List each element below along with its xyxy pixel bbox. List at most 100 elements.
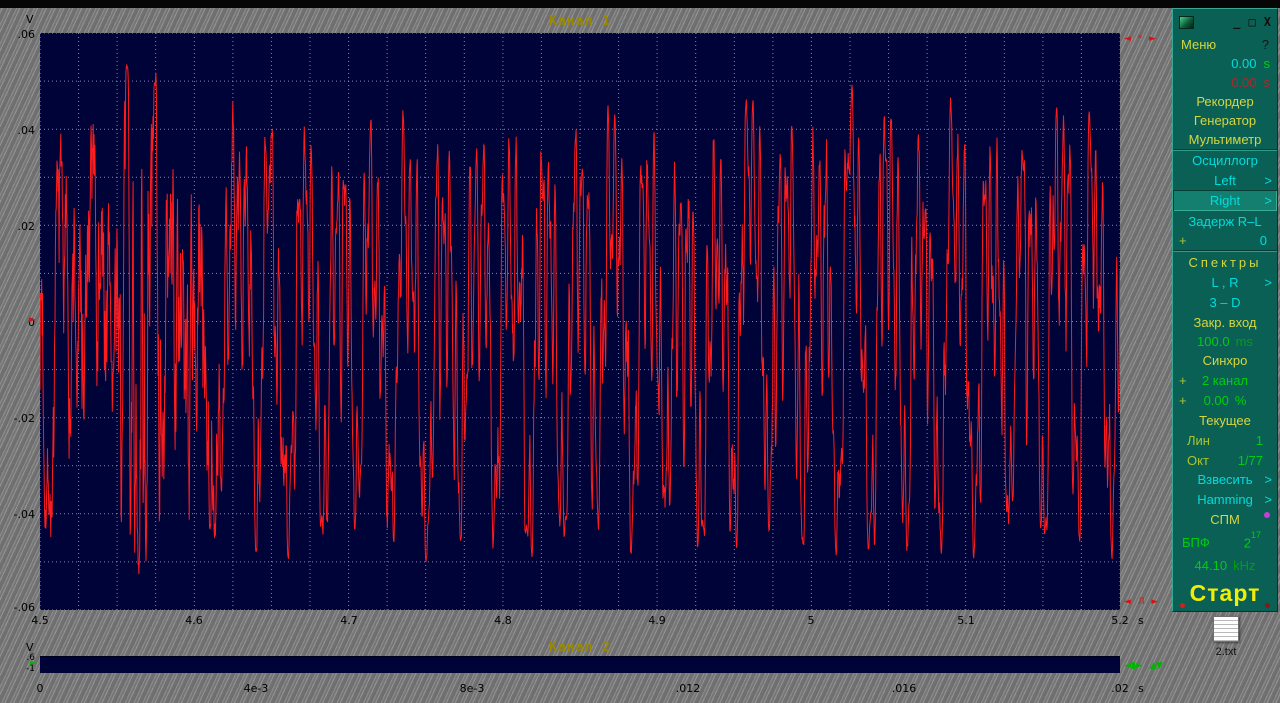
channel2-plot[interactable] [40,656,1120,673]
file-icon[interactable] [1213,616,1239,642]
ch2-x-tick: 8e-3 [459,682,485,695]
sample-rate-unit: kHz [1233,557,1256,573]
channel2-title: Канал 2 [549,640,611,655]
scroll-marker-bottom-right[interactable]: ◄ Л ► [1124,597,1160,607]
right-channel-button[interactable]: Right > [1173,190,1277,211]
weighting-label: Взвесить [1197,472,1253,487]
time-right-unit: s [1263,75,1271,90]
ch2-scroll-controls[interactable]: ◄▮► [1124,661,1143,671]
spectra-header: Спектры [1188,254,1262,270]
lin-row[interactable]: Лин 1 [1173,430,1277,450]
app-icon [1179,15,1194,29]
scroll-marker-top-right[interactable]: ◄ * ► [1124,34,1158,44]
multimeter-button[interactable]: Мультиметр [1173,130,1277,149]
chevron-right-icon: > [1264,274,1272,290]
status-dot-left [1180,603,1185,608]
spm-indicator-dot [1264,512,1270,518]
lin-value: 1 [1255,432,1263,448]
closed-input-toggle[interactable]: Закр. вход [1173,312,1277,332]
right-channel-label: Right [1209,193,1241,208]
channel1-y-unit: V [26,13,34,26]
chevron-right-icon: > [1264,491,1272,507]
delay-value-row[interactable]: + 0 [1173,231,1277,250]
panel-titlebar[interactable]: _ □ X [1173,9,1277,35]
oct-row[interactable]: Окт 1/77 [1173,450,1277,470]
ch1-x-tick: 4.6 [185,614,203,627]
ch1-x-tick: 4.7 [340,614,358,627]
sync-level-unit: % [1234,392,1247,408]
ch2-x-tick: 0 [36,682,44,695]
time-readout-right: 0.00 s [1173,73,1277,92]
plus-icon: + [1179,372,1187,388]
sample-rate-row[interactable]: 44.10 kHz [1173,555,1277,575]
ch1-y-tick: -.02 [13,412,35,425]
sync-level-row[interactable]: + 0.00 % [1173,390,1277,410]
sync-source-row[interactable]: + 2 канал [1173,370,1277,390]
delay-rl-label[interactable]: Задерж R–L [1173,211,1277,231]
ch1-x-tick: 5 [807,614,815,627]
channel2-x-unit: s [1138,682,1144,695]
start-button[interactable]: Старт [1173,575,1277,611]
ch2-x-tick: .02 [1111,682,1129,695]
closed-input-time-value: 100.0 [1197,334,1230,349]
closed-input-time[interactable]: 100.0 ms [1173,332,1277,351]
minimize-button[interactable]: _ [1233,15,1240,29]
three-d-button[interactable]: 3 – D [1173,292,1277,312]
lin-label: Лин [1187,432,1210,448]
close-button[interactable]: X [1264,15,1271,29]
generator-button[interactable]: Генератор [1173,111,1277,130]
ch2-zoom-controls[interactable]: ▲▼ [1150,661,1163,671]
left-channel-label: Left [1214,172,1236,188]
channel1-title: Канал 1 [549,14,611,29]
sample-rate-value: 44.10 [1194,557,1228,573]
ch2-x-tick: 4e-3 [243,682,269,695]
weighting-button[interactable]: Взвесить > [1173,470,1277,489]
fft-value: 217 [1243,530,1261,551]
chevron-right-icon: > [1264,472,1272,487]
ch1-x-tick: 4.9 [648,614,666,627]
channel1-plot[interactable] [40,33,1120,610]
file-label[interactable]: 2.txt [1192,646,1260,658]
oscillograph-button[interactable]: Осциллогр [1173,151,1277,170]
left-channel-button[interactable]: Left > [1173,170,1277,190]
start-label: Старт [1189,579,1261,606]
oct-value: 1/77 [1237,452,1263,468]
chevron-right-icon: > [1264,193,1272,208]
menu-button[interactable]: Меню [1181,37,1216,52]
oct-label: Окт [1187,452,1209,468]
maximize-button[interactable]: □ [1249,15,1256,29]
top-black-bar [0,0,1280,8]
plus-icon: + [1179,392,1187,408]
recorder-button[interactable]: Рекордер [1173,92,1277,111]
channel1-waveform [40,33,1120,610]
ch1-x-tick: 4.8 [494,614,512,627]
sync-source-value: 2 канал [1201,372,1249,388]
time-left-unit: s [1263,56,1271,71]
spm-label: СПМ [1210,512,1240,527]
time-readout-left: 0.00 s [1173,54,1277,73]
ch2-left-marker[interactable]: ► [30,658,36,667]
hamming-label: Hamming [1197,491,1253,507]
ch1-y-tick: .06 [17,28,36,41]
lr-spectra-label: L , R [1211,274,1239,290]
hamming-button[interactable]: Hamming > [1173,489,1277,509]
fft-size-row[interactable]: БПФ 217 [1173,530,1277,555]
lr-spectra-button[interactable]: L , R > [1173,272,1277,292]
chevron-right-icon: > [1264,172,1272,188]
ch1-y-tick: -.06 [13,601,35,614]
ch1-x-tick: 5.1 [957,614,975,627]
help-button[interactable]: ? [1262,37,1269,52]
sync-header: Синхро [1202,353,1248,368]
ch2-x-tick: .012 [675,682,701,695]
trigger-level-marker[interactable]: ► [29,315,36,325]
ch2-x-tick: .016 [891,682,917,695]
spm-button[interactable]: СПМ [1173,509,1277,530]
ch1-y-tick: .04 [17,124,36,137]
closed-input-time-unit: ms [1235,334,1253,349]
ch1-x-tick: 5.2 [1111,614,1129,627]
delay-value: 0 [1259,233,1267,248]
current-header: Текущее [1199,412,1251,428]
time-left-value: 0.00 [1231,56,1257,71]
control-panel: _ □ X Меню ? 0.00 s 0.00 s Рекордер Гене… [1172,8,1278,612]
time-right-value: 0.00 [1231,75,1257,90]
